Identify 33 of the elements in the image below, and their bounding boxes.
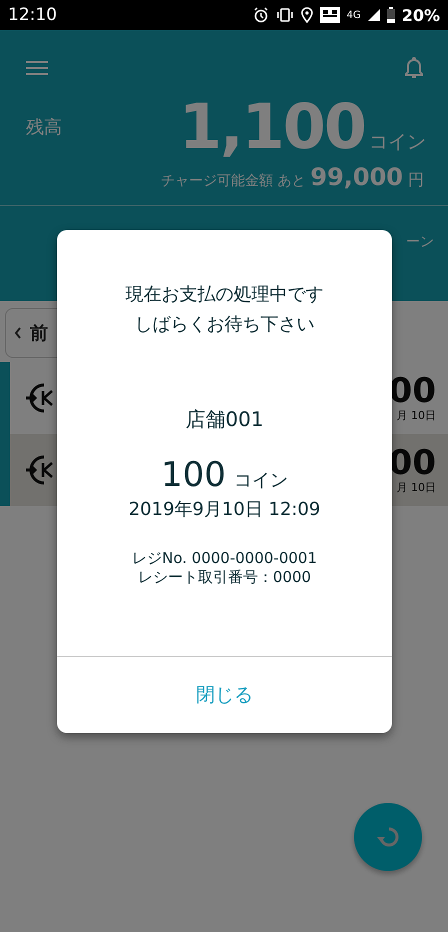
bell-icon[interactable] [404,56,424,80]
dialog-message: 現在お支払の処理中です [126,283,324,306]
balance-label: 残高 [26,116,62,138]
status-time: 12:10 [8,5,57,25]
history-amount: 00 [388,446,436,480]
dialog-message: しばらくお待ち下さい [134,313,314,336]
battery-percent: 20% [402,6,440,24]
menu-icon[interactable] [26,60,48,76]
history-date: 月 10日 [396,480,436,494]
payment-unit: コイン [234,469,288,492]
battery-icon [386,7,395,23]
payment-amount: 100 [161,455,226,495]
balance-amount: 1,100 [178,90,365,163]
store-name: 店舗001 [185,406,264,433]
charge-unit: 円 [408,170,424,191]
location-icon [300,7,313,23]
voicemail-icon [320,7,340,23]
charge-label: チャージ可能金額 あと [160,172,306,190]
close-button[interactable]: 閉じる [186,676,263,714]
history-date: 月 10日 [396,408,436,422]
history-amount: 00 [388,374,436,408]
refresh-button[interactable] [354,803,422,871]
receipt-number: レシート取引番号：0000 [138,568,312,587]
alarm-icon [252,7,269,23]
chevron-left-icon [14,327,22,339]
network-type: 4G [346,10,361,20]
vibrate-icon [276,8,294,22]
register-number: レジNo. 0000-0000-0001 [132,549,318,568]
charge-amount: 99,000 [310,163,403,191]
tab[interactable]: ーン [406,232,434,250]
signal-icon [368,9,380,21]
balance-unit: コイン [369,130,426,155]
payment-datetime: 2019年9月10日 12:09 [128,498,320,521]
